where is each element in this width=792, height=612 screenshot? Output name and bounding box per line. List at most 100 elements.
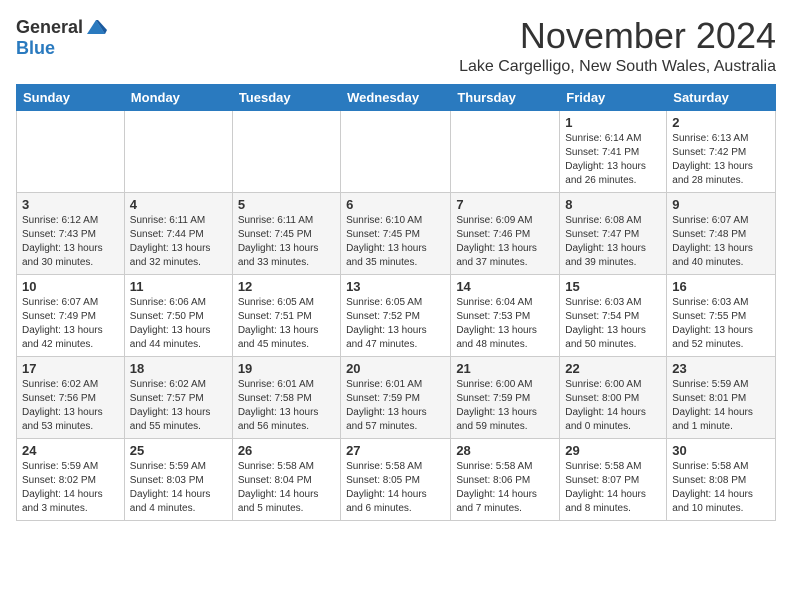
day-number: 12	[238, 279, 335, 294]
calendar-header-thursday: Thursday	[451, 84, 560, 110]
day-info: Sunrise: 6:10 AM Sunset: 7:45 PM Dayligh…	[346, 214, 445, 270]
calendar-header-saturday: Saturday	[667, 84, 776, 110]
day-info: Sunrise: 5:59 AM Sunset: 8:02 PM Dayligh…	[22, 460, 119, 516]
day-info: Sunrise: 6:01 AM Sunset: 7:59 PM Dayligh…	[346, 378, 445, 434]
calendar-cell: 8 Sunrise: 6:08 AM Sunset: 7:47 PM Daylig…	[560, 192, 667, 274]
logo-blue-text: Blue	[16, 38, 55, 59]
day-number: 2	[672, 115, 770, 130]
month-title: November 2024	[459, 16, 776, 56]
calendar-cell: 19 Sunrise: 6:01 AM Sunset: 7:58 PM Dayli…	[232, 356, 340, 438]
calendar-cell: 4 Sunrise: 6:11 AM Sunset: 7:44 PM Daylig…	[124, 192, 232, 274]
day-info: Sunrise: 6:07 AM Sunset: 7:48 PM Dayligh…	[672, 214, 770, 270]
day-number: 25	[130, 443, 227, 458]
calendar-cell	[232, 110, 340, 192]
calendar-cell: 30 Sunrise: 5:58 AM Sunset: 8:08 PM Dayli…	[667, 438, 776, 520]
calendar-cell: 16 Sunrise: 6:03 AM Sunset: 7:55 PM Dayli…	[667, 274, 776, 356]
day-info: Sunrise: 6:09 AM Sunset: 7:46 PM Dayligh…	[456, 214, 554, 270]
calendar-cell: 24 Sunrise: 5:59 AM Sunset: 8:02 PM Dayli…	[17, 438, 125, 520]
day-number: 27	[346, 443, 445, 458]
calendar-cell: 25 Sunrise: 5:59 AM Sunset: 8:03 PM Dayli…	[124, 438, 232, 520]
week-row-5: 24 Sunrise: 5:59 AM Sunset: 8:02 PM Dayli…	[17, 438, 776, 520]
calendar-cell	[17, 110, 125, 192]
title-section: November 2024 Lake Cargelligo, New South…	[459, 16, 776, 76]
day-info: Sunrise: 6:04 AM Sunset: 7:53 PM Dayligh…	[456, 296, 554, 352]
calendar-cell	[124, 110, 232, 192]
calendar-cell: 26Sunrise: 5:58 AM Sunset: 8:04 PM Dayli…	[232, 438, 340, 520]
day-number: 24	[22, 443, 119, 458]
day-number: 9	[672, 197, 770, 212]
logo-general-text: General	[16, 17, 83, 38]
day-number: 19	[238, 361, 335, 376]
day-number: 26	[238, 443, 335, 458]
day-number: 8	[565, 197, 661, 212]
day-info: Sunrise: 6:03 AM Sunset: 7:54 PM Dayligh…	[565, 296, 661, 352]
day-info: Sunrise: 6:11 AM Sunset: 7:44 PM Dayligh…	[130, 214, 227, 270]
day-number: 11	[130, 279, 227, 294]
calendar-cell: 11 Sunrise: 6:06 AM Sunset: 7:50 PM Dayli…	[124, 274, 232, 356]
day-number: 1	[565, 115, 661, 130]
calendar-cell: 20 Sunrise: 6:01 AM Sunset: 7:59 PM Dayli…	[341, 356, 451, 438]
day-info: Sunrise: 6:12 AM Sunset: 7:43 PM Dayligh…	[22, 214, 119, 270]
calendar-cell: 10 Sunrise: 6:07 AM Sunset: 7:49 PM Dayli…	[17, 274, 125, 356]
week-row-3: 10 Sunrise: 6:07 AM Sunset: 7:49 PM Dayli…	[17, 274, 776, 356]
logo: General Blue	[16, 16, 107, 59]
calendar-cell: 5 Sunrise: 6:11 AM Sunset: 7:45 PM Daylig…	[232, 192, 340, 274]
day-number: 18	[130, 361, 227, 376]
day-info: Sunrise: 6:00 AM Sunset: 8:00 PM Dayligh…	[565, 378, 661, 434]
calendar-header-tuesday: Tuesday	[232, 84, 340, 110]
day-number: 4	[130, 197, 227, 212]
day-info: Sunrise: 6:00 AM Sunset: 7:59 PM Dayligh…	[456, 378, 554, 434]
calendar-cell: 13Sunrise: 6:05 AM Sunset: 7:52 PM Dayli…	[341, 274, 451, 356]
header: General Blue November 2024 Lake Cargelli…	[16, 16, 776, 76]
calendar-cell: 29 Sunrise: 5:58 AM Sunset: 8:07 PM Dayli…	[560, 438, 667, 520]
day-number: 29	[565, 443, 661, 458]
week-row-2: 3 Sunrise: 6:12 AM Sunset: 7:43 PM Daylig…	[17, 192, 776, 274]
calendar-cell: 9 Sunrise: 6:07 AM Sunset: 7:48 PM Daylig…	[667, 192, 776, 274]
header-row: SundayMondayTuesdayWednesdayThursdayFrid…	[17, 84, 776, 110]
calendar-cell: 7 Sunrise: 6:09 AM Sunset: 7:46 PM Daylig…	[451, 192, 560, 274]
calendar: SundayMondayTuesdayWednesdayThursdayFrid…	[16, 84, 776, 521]
calendar-header-friday: Friday	[560, 84, 667, 110]
day-info: Sunrise: 5:58 AM Sunset: 8:07 PM Dayligh…	[565, 460, 661, 516]
calendar-cell: 21Sunrise: 6:00 AM Sunset: 7:59 PM Dayli…	[451, 356, 560, 438]
calendar-cell: 3 Sunrise: 6:12 AM Sunset: 7:43 PM Daylig…	[17, 192, 125, 274]
calendar-cell: 14 Sunrise: 6:04 AM Sunset: 7:53 PM Dayli…	[451, 274, 560, 356]
day-info: Sunrise: 6:03 AM Sunset: 7:55 PM Dayligh…	[672, 296, 770, 352]
day-number: 22	[565, 361, 661, 376]
day-info: Sunrise: 6:01 AM Sunset: 7:58 PM Dayligh…	[238, 378, 335, 434]
day-info: Sunrise: 6:08 AM Sunset: 7:47 PM Dayligh…	[565, 214, 661, 270]
week-row-4: 17Sunrise: 6:02 AM Sunset: 7:56 PM Dayli…	[17, 356, 776, 438]
day-info: Sunrise: 5:59 AM Sunset: 8:03 PM Dayligh…	[130, 460, 227, 516]
calendar-cell: 17Sunrise: 6:02 AM Sunset: 7:56 PM Dayli…	[17, 356, 125, 438]
day-info: Sunrise: 5:58 AM Sunset: 8:08 PM Dayligh…	[672, 460, 770, 516]
day-number: 16	[672, 279, 770, 294]
day-info: Sunrise: 6:11 AM Sunset: 7:45 PM Dayligh…	[238, 214, 335, 270]
calendar-cell	[341, 110, 451, 192]
day-info: Sunrise: 6:13 AM Sunset: 7:42 PM Dayligh…	[672, 132, 770, 188]
day-number: 30	[672, 443, 770, 458]
calendar-cell: 2 Sunrise: 6:13 AM Sunset: 7:42 PM Daylig…	[667, 110, 776, 192]
calendar-cell: 6Sunrise: 6:10 AM Sunset: 7:45 PM Daylig…	[341, 192, 451, 274]
day-info: Sunrise: 5:59 AM Sunset: 8:01 PM Dayligh…	[672, 378, 770, 434]
day-number: 28	[456, 443, 554, 458]
day-info: Sunrise: 6:07 AM Sunset: 7:49 PM Dayligh…	[22, 296, 119, 352]
day-number: 3	[22, 197, 119, 212]
day-info: Sunrise: 6:06 AM Sunset: 7:50 PM Dayligh…	[130, 296, 227, 352]
day-number: 10	[22, 279, 119, 294]
calendar-cell: 22 Sunrise: 6:00 AM Sunset: 8:00 PM Dayli…	[560, 356, 667, 438]
day-info: Sunrise: 5:58 AM Sunset: 8:05 PM Dayligh…	[346, 460, 445, 516]
day-number: 7	[456, 197, 554, 212]
day-number: 5	[238, 197, 335, 212]
day-number: 14	[456, 279, 554, 294]
day-info: Sunrise: 6:05 AM Sunset: 7:51 PM Dayligh…	[238, 296, 335, 352]
calendar-cell: 23 Sunrise: 5:59 AM Sunset: 8:01 PM Dayli…	[667, 356, 776, 438]
calendar-header-monday: Monday	[124, 84, 232, 110]
calendar-cell: 12 Sunrise: 6:05 AM Sunset: 7:51 PM Dayli…	[232, 274, 340, 356]
day-info: Sunrise: 6:14 AM Sunset: 7:41 PM Dayligh…	[565, 132, 661, 188]
calendar-header-sunday: Sunday	[17, 84, 125, 110]
calendar-cell	[451, 110, 560, 192]
location-title: Lake Cargelligo, New South Wales, Austra…	[459, 58, 776, 76]
week-row-1: 1 Sunrise: 6:14 AM Sunset: 7:41 PM Daylig…	[17, 110, 776, 192]
day-number: 23	[672, 361, 770, 376]
day-number: 20	[346, 361, 445, 376]
